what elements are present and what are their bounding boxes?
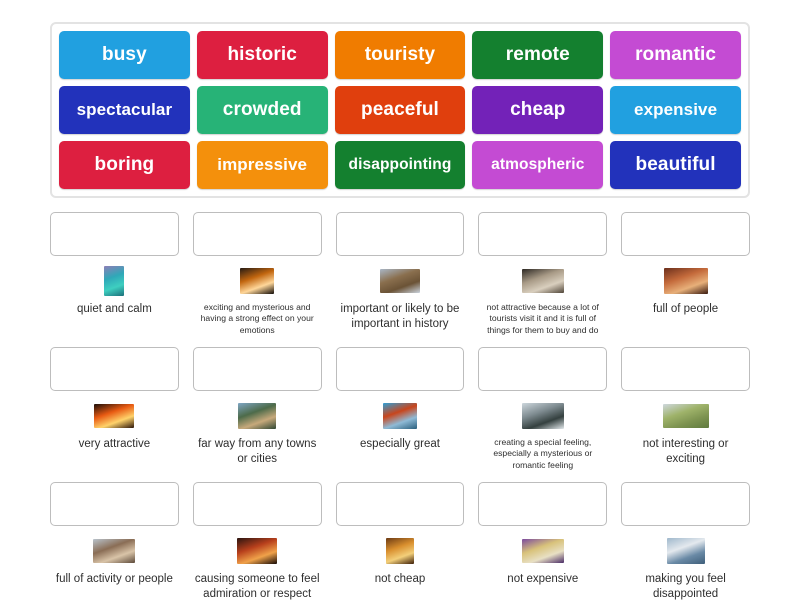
- cloudy-coast-photo: [666, 538, 705, 565]
- tile-row: spectacular crowded peaceful cheap expensive: [59, 86, 741, 134]
- word-tile-beautiful[interactable]: beautiful: [610, 141, 741, 189]
- dropzone-6[interactable]: [50, 347, 179, 392]
- crowd-photo: [663, 268, 708, 294]
- thumbnail-wrapper: [104, 266, 125, 296]
- flower-market-photo: [521, 539, 564, 564]
- lagoon-photo: [104, 266, 125, 296]
- answer-cell: exciting and mysterious and having a str…: [192, 212, 322, 336]
- answer-cell: making you feel disappointed: [621, 482, 750, 601]
- dropzone-9[interactable]: [478, 347, 608, 392]
- definition-text: especially great: [360, 438, 440, 451]
- word-tile-romantic[interactable]: romantic: [610, 31, 741, 79]
- thumbnail-wrapper: [521, 266, 564, 296]
- dropzone-13[interactable]: [335, 482, 465, 527]
- thumbnail-wrapper: [521, 536, 564, 566]
- word-tile-historic[interactable]: historic: [196, 31, 328, 79]
- thumbnail-wrapper: [240, 266, 275, 296]
- definition-text: very attractive: [78, 438, 151, 451]
- golden-gate-bridge-photo: [382, 403, 417, 430]
- answer-cell: especially great: [335, 347, 465, 471]
- word-tile-disappointing[interactable]: disappointing: [334, 141, 466, 189]
- word-tile-remote[interactable]: remote: [472, 31, 604, 79]
- answer-cell: important or likely to be important in h…: [335, 212, 465, 336]
- dropzone-1[interactable]: [50, 212, 179, 256]
- definition-text: important or likely to be important in h…: [340, 303, 460, 330]
- thumbnail-wrapper: [521, 401, 564, 431]
- dropzone-8[interactable]: [335, 347, 465, 392]
- temple-sunset-photo: [237, 538, 278, 565]
- dropzone-4[interactable]: [478, 212, 608, 256]
- thumbnail-wrapper: [238, 401, 277, 431]
- definition-text: full of people: [652, 303, 719, 315]
- misty-mountain-photo: [521, 403, 564, 430]
- dropzone-2[interactable]: [192, 212, 322, 256]
- dropzone-3[interactable]: [335, 212, 465, 256]
- golden-temple-photo: [385, 538, 414, 565]
- word-tile-crowded[interactable]: crowded: [196, 86, 328, 134]
- thumbnail-wrapper: [93, 536, 136, 566]
- definition-text: creating a special feeling, especially a…: [493, 437, 593, 470]
- definition-text: quiet and calm: [77, 303, 152, 315]
- dropzone-7[interactable]: [192, 347, 322, 392]
- sunset-photo: [94, 404, 135, 429]
- thumbnail-wrapper: [237, 536, 278, 566]
- dropzone-12[interactable]: [192, 482, 322, 527]
- thumbnail-wrapper: [94, 401, 135, 431]
- dropzone-10[interactable]: [621, 347, 750, 392]
- definition-text: exciting and mysterious and having a str…: [200, 302, 314, 335]
- answer-cell: causing someone to feel admiration or re…: [192, 482, 322, 601]
- dropzone-15[interactable]: [621, 482, 750, 527]
- answer-cell: not attractive because a lot of tourists…: [478, 212, 608, 336]
- tile-row: boring impressive disappointing atmospheric…: [59, 141, 741, 189]
- thumbnail-wrapper: [666, 536, 705, 566]
- word-tile-cheap[interactable]: cheap: [472, 86, 604, 134]
- definition-text: not expensive: [507, 573, 579, 586]
- word-tile-impressive[interactable]: impressive: [196, 141, 328, 189]
- answer-cell: creating a special feeling, especially a…: [478, 347, 608, 471]
- answer-cell: full of activity or people: [50, 482, 179, 601]
- word-tile-busy[interactable]: busy: [59, 31, 190, 79]
- hiker-cliff-photo: [238, 403, 277, 430]
- answer-cell: full of people: [621, 212, 750, 336]
- answer-row: very attractive far way from any towns or…: [50, 347, 750, 471]
- thumbnail-wrapper: [382, 401, 417, 431]
- word-tile-expensive[interactable]: expensive: [610, 86, 741, 134]
- answer-cell: not interesting or exciting: [621, 347, 750, 471]
- empty-field-photo: [662, 404, 709, 429]
- word-tile-spectacular[interactable]: spectacular: [59, 86, 190, 134]
- word-tile-touristy[interactable]: touristy: [334, 31, 466, 79]
- word-tile-atmospheric[interactable]: atmospheric: [472, 141, 604, 189]
- definition-text: full of activity or people: [55, 573, 173, 586]
- thumbnail-wrapper: [385, 536, 414, 566]
- definition-text: making you feel disappointed: [645, 573, 726, 600]
- answer-cell: quiet and calm: [50, 212, 179, 336]
- thumbnail-wrapper: [663, 266, 708, 296]
- dropzone-14[interactable]: [478, 482, 608, 527]
- thumbnail-wrapper: [662, 401, 709, 431]
- answer-row: full of activity or people causing someon…: [50, 482, 750, 601]
- tourist-crowd-photo: [521, 269, 564, 293]
- definition-text: not attractive because a lot of tourists…: [486, 302, 599, 335]
- answer-row: quiet and calm exciting and mysterious an…: [50, 212, 750, 336]
- definition-text: not cheap: [374, 573, 426, 586]
- word-tile-bank: busy historic touristy remote romantic spect…: [50, 22, 750, 198]
- definition-text: far way from any towns or cities: [198, 438, 317, 465]
- tile-row: busy historic touristy remote romantic: [59, 31, 741, 79]
- answer-cell: very attractive: [50, 347, 179, 471]
- dropzone-5[interactable]: [621, 212, 750, 256]
- definition-text: not interesting or exciting: [642, 438, 729, 465]
- answer-area: quiet and calm exciting and mysterious an…: [50, 212, 750, 613]
- thumbnail-wrapper: [379, 266, 420, 296]
- night-city-photo: [240, 268, 275, 294]
- great-wall-photo: [379, 269, 420, 293]
- word-tile-peaceful[interactable]: peaceful: [334, 86, 466, 134]
- answer-cell: not cheap: [335, 482, 465, 601]
- definition-text: causing someone to feel admiration or re…: [194, 573, 320, 600]
- answer-cell: far way from any towns or cities: [192, 347, 322, 471]
- market-street-photo: [93, 539, 136, 564]
- dropzone-11[interactable]: [50, 482, 179, 527]
- answer-cell: not expensive: [478, 482, 608, 601]
- word-tile-boring[interactable]: boring: [59, 141, 190, 189]
